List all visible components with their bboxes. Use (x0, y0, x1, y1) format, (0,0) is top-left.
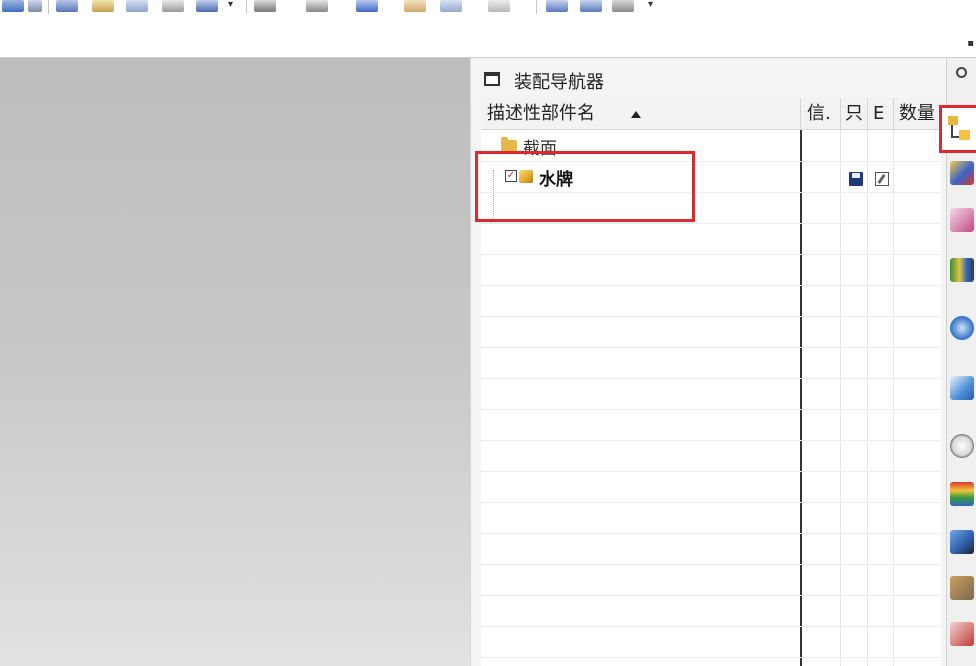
extrude-icon[interactable] (56, 0, 78, 12)
column-divider[interactable] (800, 98, 801, 130)
assembly-navigator-tab[interactable] (939, 105, 976, 153)
edit-icon[interactable] (488, 0, 510, 12)
row-gridline (481, 657, 941, 658)
process-studio-icon[interactable] (950, 530, 974, 554)
assembly-navigator-icon (948, 116, 970, 142)
row-gridline (481, 564, 941, 565)
settings-icon[interactable] (956, 67, 967, 78)
navigator-title: 装配导航器 (514, 72, 604, 93)
row-gridline (481, 626, 941, 627)
toolbar-separator (246, 0, 247, 14)
column-divider[interactable] (867, 98, 868, 130)
history-icon[interactable] (950, 434, 974, 458)
window-icon[interactable] (484, 72, 500, 86)
part-navigator-icon[interactable] (950, 208, 974, 232)
sort-ascending-icon[interactable] (631, 111, 641, 118)
table-header: 描述性部件名 信. 只 E 数量 (481, 98, 941, 130)
toolbar-overflow-icon[interactable]: ▪ (967, 38, 974, 49)
row-gridline (481, 378, 941, 379)
note-icon[interactable] (306, 0, 328, 12)
column-gridline (867, 130, 868, 666)
row-gridline (481, 595, 941, 596)
column-divider[interactable] (840, 98, 841, 130)
toolbar-icon-row: ▾ ▾ (0, 0, 700, 14)
edit-icon[interactable] (580, 0, 602, 12)
folder-icon[interactable] (501, 137, 517, 151)
view-icon[interactable] (356, 0, 378, 12)
toolbar-separator (536, 0, 537, 14)
row-gridline (481, 409, 941, 410)
column-header-modified[interactable]: E (873, 98, 891, 130)
blank-icon[interactable] (404, 0, 426, 12)
column-gridline (840, 130, 841, 666)
tree-row-part[interactable]: ✓ 水牌 (481, 162, 941, 193)
row-gridline (481, 440, 941, 441)
system-materials-icon[interactable] (950, 482, 974, 506)
row-gridline (481, 347, 941, 348)
toolbar-more-icon[interactable]: ▾ (228, 0, 233, 10)
column-header-readonly[interactable]: 只 (845, 98, 867, 130)
transform-icon[interactable] (612, 0, 634, 12)
web-browser-icon[interactable] (950, 376, 974, 400)
manufacturing-wizard-icon[interactable] (950, 622, 974, 646)
toolbar-separator (48, 0, 49, 14)
edit-icon[interactable] (875, 172, 889, 186)
section-label: 截面 (523, 139, 557, 159)
navigator-table: 描述性部件名 信. 只 E 数量 截面 ✓ 水牌 (481, 98, 941, 666)
revolve-icon[interactable] (92, 0, 114, 12)
navigator-title-bar: 装配导航器 (471, 58, 947, 98)
shell-icon[interactable] (126, 0, 148, 12)
assembly-navigator-panel: 装配导航器 描述性部件名 信. 只 E 数量 截面 ✓ 水牌 (470, 58, 946, 666)
column-header-info[interactable]: 信. (807, 98, 837, 130)
reuse-library-icon[interactable] (950, 258, 974, 282)
model-icon[interactable] (2, 0, 24, 12)
transform-icon[interactable] (546, 0, 568, 12)
column-divider[interactable] (893, 98, 894, 130)
column-header-name[interactable]: 描述性部件名 (487, 98, 797, 130)
top-toolbar: ▾ ▾ ▪ (0, 0, 976, 58)
row-gridline (481, 223, 941, 224)
row-gridline (481, 533, 941, 534)
toolbar-more-icon[interactable]: ▾ (648, 0, 653, 10)
constraint-navigator-icon[interactable] (950, 161, 974, 185)
column-gridline (893, 130, 894, 666)
block-icon[interactable] (254, 0, 276, 12)
tree-row-section[interactable]: 截面 (481, 131, 941, 162)
roles-icon[interactable] (950, 576, 974, 600)
name-column-boundary (800, 130, 802, 666)
part-label: 水牌 (539, 170, 573, 190)
row-gridline (481, 316, 941, 317)
sketch-icon[interactable] (28, 0, 42, 12)
hd3d-tools-icon[interactable] (950, 316, 974, 340)
move-icon[interactable] (440, 0, 462, 12)
drawing-icon[interactable] (162, 0, 184, 12)
row-gridline (481, 471, 941, 472)
column-header-quantity[interactable]: 数量 (899, 98, 941, 130)
resource-bar (939, 58, 976, 666)
graphics-viewport[interactable] (0, 58, 470, 666)
row-gridline (481, 285, 941, 286)
row-gridline (481, 502, 941, 503)
checkbox-icon[interactable]: ✓ (505, 170, 517, 182)
save-icon[interactable] (849, 172, 863, 186)
row-gridline (481, 254, 941, 255)
part-icon (519, 170, 533, 183)
measure-icon[interactable] (196, 0, 218, 12)
